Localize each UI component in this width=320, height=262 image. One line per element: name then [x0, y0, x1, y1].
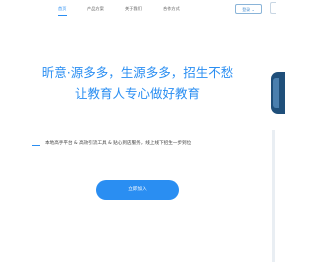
join-now-button[interactable]: 立即加入: [96, 180, 179, 200]
hero-description: 本地高手平台 & 高效引流工具 & 贴心到店服务，线上线下招生一步到位: [45, 141, 192, 146]
hero-subheadline: 让教育人专心做好教育: [74, 86, 200, 101]
description-divider: [32, 145, 40, 146]
active-nav-indicator: [58, 15, 67, 16]
hero-headline: 昕意·源多多，生源多多，招生不愁: [41, 65, 234, 80]
login-button[interactable]: 登录 ⌄: [235, 4, 262, 14]
nav-item-about[interactable]: 关于我们: [125, 6, 142, 11]
edge-tab: [270, 2, 276, 14]
side-panel-edge: [272, 130, 275, 262]
top-header: 首页 产品方案 关于我们 合作方式 登录 ⌄: [0, 0, 275, 16]
nav-item-products[interactable]: 产品方案: [87, 6, 104, 11]
nav-item-home[interactable]: 首页: [58, 6, 66, 11]
nav-item-cooperation[interactable]: 合作方式: [163, 6, 180, 11]
